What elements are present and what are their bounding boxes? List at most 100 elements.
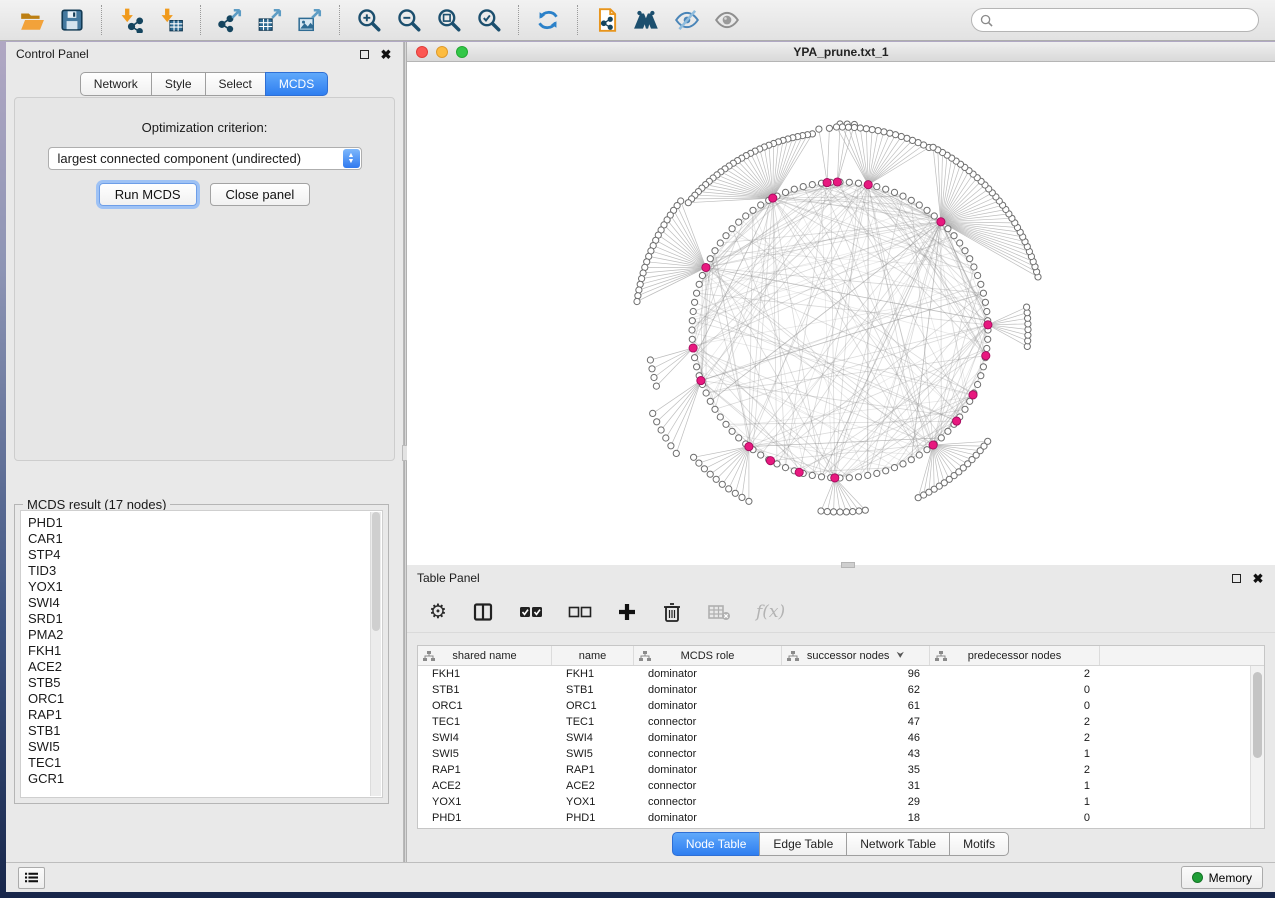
table-row[interactable]: FKH1FKH1dominator962 <box>418 666 1250 682</box>
network-graph[interactable] <box>407 62 1275 565</box>
table-scrollbar[interactable] <box>1250 666 1264 828</box>
mcds-result-list[interactable]: PHD1CAR1STP4TID3YOX1SWI4SRD1PMA2FKH1ACE2… <box>20 510 383 798</box>
delete-column-button[interactable] <box>662 599 682 625</box>
first-neighbors-button[interactable] <box>630 3 664 37</box>
table-row[interactable]: PHD1PHD1dominator180 <box>418 810 1250 826</box>
column-header-predecessor-nodes[interactable]: predecessor nodes <box>930 646 1100 665</box>
mcds-result-item[interactable]: STP4 <box>28 547 382 563</box>
column-header-name[interactable]: name <box>552 646 634 665</box>
result-list-scrollbar[interactable] <box>370 512 381 796</box>
tab-network-table[interactable]: Network Table <box>846 832 950 856</box>
save-session-button[interactable] <box>55 3 89 37</box>
maximize-traffic-light[interactable] <box>456 46 468 58</box>
mcds-result-item[interactable]: STB5 <box>28 675 382 691</box>
new-network-file-button[interactable] <box>590 3 624 37</box>
zoom-out-button[interactable] <box>392 3 426 37</box>
table-cell: 46 <box>782 732 930 744</box>
node-table-header: shared name name MCDS role successor nod… <box>418 646 1264 666</box>
refresh-icon <box>535 7 561 33</box>
hide-selected-button[interactable] <box>670 3 704 37</box>
mcds-result-item[interactable]: GCR1 <box>28 771 382 787</box>
optimization-criterion-select[interactable]: largest connected component (undirected)… <box>48 147 362 170</box>
column-header-mcds-role[interactable]: MCDS role <box>634 646 782 665</box>
tab-network[interactable]: Network <box>80 72 152 96</box>
refresh-button[interactable] <box>531 3 565 37</box>
export-network-button[interactable] <box>213 3 247 37</box>
close-icon: ✖ <box>381 48 392 61</box>
zoom-fit-icon <box>436 7 462 33</box>
table-row[interactable]: STB1STB1dominator620 <box>418 682 1250 698</box>
column-header-filler <box>1100 646 1264 665</box>
network-view-canvas[interactable] <box>407 62 1275 565</box>
table-panel-float-button[interactable] <box>1229 571 1243 585</box>
tab-node-table[interactable]: Node Table <box>672 832 761 856</box>
import-table-button[interactable] <box>154 3 188 37</box>
select-all-button[interactable] <box>519 599 543 625</box>
table-row[interactable]: ACE2ACE2connector311 <box>418 778 1250 794</box>
zoom-in-button[interactable] <box>352 3 386 37</box>
control-panel-close-button[interactable]: ✖ <box>379 47 393 61</box>
close-traffic-light[interactable] <box>416 46 428 58</box>
control-panel-float-button[interactable] <box>357 47 371 61</box>
show-all-button[interactable] <box>710 3 744 37</box>
export-table-button[interactable] <box>253 3 287 37</box>
tab-motifs[interactable]: Motifs <box>949 832 1009 856</box>
network-workspace: YPA_prune.txt_1 Table Panel ✖ ⚙ f(x) <box>407 42 1275 862</box>
horizontal-splitter-handle[interactable] <box>841 562 855 568</box>
mcds-result-item[interactable]: TEC1 <box>28 755 382 771</box>
open-session-button[interactable] <box>15 3 49 37</box>
mcds-result-item[interactable]: CAR1 <box>28 531 382 547</box>
table-row[interactable]: SWI4SWI4dominator462 <box>418 730 1250 746</box>
mcds-result-item[interactable]: ORC1 <box>28 691 382 707</box>
network-window-titlebar[interactable]: YPA_prune.txt_1 <box>407 42 1275 62</box>
node-table-rows[interactable]: FKH1FKH1dominator962STB1STB1dominator620… <box>418 666 1250 828</box>
table-settings-button[interactable]: ⚙ <box>429 599 447 625</box>
minimize-traffic-light[interactable] <box>436 46 448 58</box>
tab-edge-table[interactable]: Edge Table <box>759 832 847 856</box>
mcds-result-item[interactable]: SWI5 <box>28 739 382 755</box>
mcds-result-item[interactable]: SWI4 <box>28 595 382 611</box>
search-box <box>971 8 1259 32</box>
zoom-fit-button[interactable] <box>432 3 466 37</box>
table-row[interactable]: YOX1YOX1connector291 <box>418 794 1250 810</box>
task-history-button[interactable] <box>18 867 45 889</box>
table-row[interactable]: ORC1ORC1dominator610 <box>418 698 1250 714</box>
close-panel-button[interactable]: Close panel <box>210 183 311 206</box>
table-cell: ORC1 <box>418 700 552 712</box>
table-row[interactable]: RAP1RAP1dominator352 <box>418 762 1250 778</box>
mcds-result-item[interactable]: YOX1 <box>28 579 382 595</box>
run-mcds-button[interactable]: Run MCDS <box>99 183 197 206</box>
zoom-selected-button[interactable] <box>472 3 506 37</box>
mcds-result-item[interactable]: RAP1 <box>28 707 382 723</box>
mcds-result-item[interactable]: ACE2 <box>28 659 382 675</box>
table-panel-close-button[interactable]: ✖ <box>1251 571 1265 585</box>
mcds-result-item[interactable]: SRD1 <box>28 611 382 627</box>
tree-icon <box>423 651 435 662</box>
column-header-shared-name[interactable]: shared name <box>418 646 552 665</box>
trash-icon <box>662 601 682 623</box>
table-row[interactable]: SWI5SWI5connector431 <box>418 746 1250 762</box>
add-column-button[interactable] <box>617 599 637 625</box>
cytoscape-window: Control Panel ✖ Network Style Select MCD… <box>0 0 1275 898</box>
memory-button[interactable]: Memory <box>1181 866 1263 889</box>
mcds-result-item[interactable]: STB1 <box>28 723 382 739</box>
mcds-result-item[interactable]: FKH1 <box>28 643 382 659</box>
deselect-all-button[interactable] <box>568 599 592 625</box>
function-builder-button-disabled: f(x) <box>756 599 785 625</box>
search-input[interactable] <box>993 11 1250 29</box>
export-image-button[interactable] <box>293 3 327 37</box>
mcds-result-item[interactable]: TID3 <box>28 563 382 579</box>
tab-select[interactable]: Select <box>205 72 266 96</box>
table-cell: dominator <box>634 812 782 824</box>
table-row[interactable]: TEC1TEC1connector472 <box>418 714 1250 730</box>
column-selector-button[interactable] <box>472 599 494 625</box>
table-cell: ACE2 <box>418 780 552 792</box>
zoom-out-icon <box>396 7 422 33</box>
mcds-result-item[interactable]: PMA2 <box>28 627 382 643</box>
mcds-result-item[interactable]: PHD1 <box>28 515 382 531</box>
column-header-successor-nodes[interactable]: successor nodes⮟ <box>782 646 930 665</box>
tab-style[interactable]: Style <box>151 72 206 96</box>
import-network-button[interactable] <box>114 3 148 37</box>
tab-mcds[interactable]: MCDS <box>265 72 328 96</box>
table-cell: SWI4 <box>418 732 552 744</box>
